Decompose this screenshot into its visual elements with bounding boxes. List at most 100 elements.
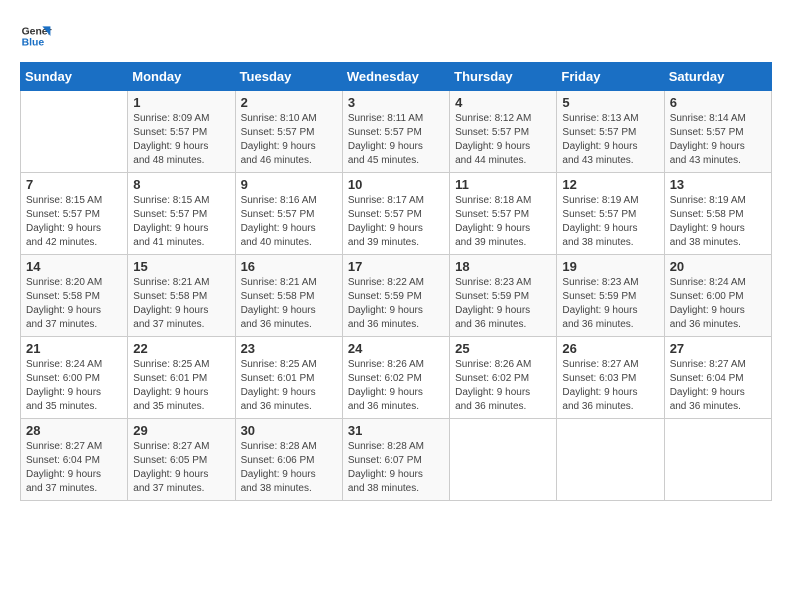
day-info: Sunrise: 8:27 AM Sunset: 6:05 PM Dayligh… bbox=[133, 440, 229, 496]
day-number: 18 bbox=[455, 259, 551, 274]
day-info: Sunrise: 8:24 AM Sunset: 6:00 PM Dayligh… bbox=[26, 358, 122, 414]
weekday-header-wednesday: Wednesday bbox=[342, 63, 449, 91]
weekday-header-monday: Monday bbox=[128, 63, 235, 91]
day-number: 14 bbox=[26, 259, 122, 274]
calendar-cell: 20 Sunrise: 8:24 AM Sunset: 6:00 PM Dayli… bbox=[664, 255, 771, 337]
day-number: 7 bbox=[26, 177, 122, 192]
day-info: Sunrise: 8:10 AM Sunset: 5:57 PM Dayligh… bbox=[241, 112, 337, 168]
svg-text:Blue: Blue bbox=[22, 38, 45, 49]
day-info: Sunrise: 8:19 AM Sunset: 5:57 PM Dayligh… bbox=[562, 194, 658, 250]
day-number: 30 bbox=[241, 423, 337, 438]
calendar-cell: 13 Sunrise: 8:19 AM Sunset: 5:58 PM Dayli… bbox=[664, 173, 771, 255]
day-info: Sunrise: 8:26 AM Sunset: 6:02 PM Dayligh… bbox=[348, 358, 444, 414]
day-number: 12 bbox=[562, 177, 658, 192]
day-number: 24 bbox=[348, 341, 444, 356]
day-info: Sunrise: 8:23 AM Sunset: 5:59 PM Dayligh… bbox=[455, 276, 551, 332]
day-info: Sunrise: 8:25 AM Sunset: 6:01 PM Dayligh… bbox=[133, 358, 229, 414]
day-info: Sunrise: 8:27 AM Sunset: 6:03 PM Dayligh… bbox=[562, 358, 658, 414]
calendar-cell: 12 Sunrise: 8:19 AM Sunset: 5:57 PM Dayli… bbox=[557, 173, 664, 255]
calendar-cell: 19 Sunrise: 8:23 AM Sunset: 5:59 PM Dayli… bbox=[557, 255, 664, 337]
calendar-cell: 3 Sunrise: 8:11 AM Sunset: 5:57 PM Daylig… bbox=[342, 91, 449, 173]
calendar-cell: 9Sunrise: 8:16 AM Sunset: 5:57 PM Daylig… bbox=[235, 173, 342, 255]
day-number: 21 bbox=[26, 341, 122, 356]
calendar-table: SundayMondayTuesdayWednesdayThursdayFrid… bbox=[20, 62, 772, 501]
weekday-header-thursday: Thursday bbox=[450, 63, 557, 91]
day-info: Sunrise: 8:21 AM Sunset: 5:58 PM Dayligh… bbox=[241, 276, 337, 332]
day-info: Sunrise: 8:23 AM Sunset: 5:59 PM Dayligh… bbox=[562, 276, 658, 332]
day-number: 1 bbox=[133, 95, 229, 110]
calendar-cell: 15 Sunrise: 8:21 AM Sunset: 5:58 PM Dayli… bbox=[128, 255, 235, 337]
day-number: 8 bbox=[133, 177, 229, 192]
calendar-cell bbox=[664, 419, 771, 501]
calendar-cell: 22Sunrise: 8:25 AM Sunset: 6:01 PM Dayli… bbox=[128, 337, 235, 419]
weekday-header-saturday: Saturday bbox=[664, 63, 771, 91]
day-info: Sunrise: 8:19 AM Sunset: 5:58 PM Dayligh… bbox=[670, 194, 766, 250]
calendar-header: SundayMondayTuesdayWednesdayThursdayFrid… bbox=[21, 63, 772, 91]
day-number: 2 bbox=[241, 95, 337, 110]
day-info: Sunrise: 8:09 AM Sunset: 5:57 PM Dayligh… bbox=[133, 112, 229, 168]
calendar-cell: 11Sunrise: 8:18 AM Sunset: 5:57 PM Dayli… bbox=[450, 173, 557, 255]
calendar-cell: 17 Sunrise: 8:22 AM Sunset: 5:59 PM Dayli… bbox=[342, 255, 449, 337]
day-number: 16 bbox=[241, 259, 337, 274]
calendar-cell: 21 Sunrise: 8:24 AM Sunset: 6:00 PM Dayli… bbox=[21, 337, 128, 419]
calendar-cell: 5 Sunrise: 8:13 AM Sunset: 5:57 PM Daylig… bbox=[557, 91, 664, 173]
calendar-cell: 1 Sunrise: 8:09 AM Sunset: 5:57 PM Daylig… bbox=[128, 91, 235, 173]
day-info: Sunrise: 8:15 AM Sunset: 5:57 PM Dayligh… bbox=[26, 194, 122, 250]
day-number: 3 bbox=[348, 95, 444, 110]
weekday-header-friday: Friday bbox=[557, 63, 664, 91]
day-info: Sunrise: 8:24 AM Sunset: 6:00 PM Dayligh… bbox=[670, 276, 766, 332]
day-number: 23 bbox=[241, 341, 337, 356]
calendar-cell: 24 Sunrise: 8:26 AM Sunset: 6:02 PM Dayli… bbox=[342, 337, 449, 419]
calendar-cell: 8 Sunrise: 8:15 AM Sunset: 5:57 PM Daylig… bbox=[128, 173, 235, 255]
day-number: 4 bbox=[455, 95, 551, 110]
day-number: 28 bbox=[26, 423, 122, 438]
page-header: General Blue bbox=[20, 20, 772, 52]
day-info: Sunrise: 8:22 AM Sunset: 5:59 PM Dayligh… bbox=[348, 276, 444, 332]
calendar-cell: 26 Sunrise: 8:27 AM Sunset: 6:03 PM Dayli… bbox=[557, 337, 664, 419]
day-number: 25 bbox=[455, 341, 551, 356]
day-info: Sunrise: 8:16 AM Sunset: 5:57 PM Dayligh… bbox=[241, 194, 337, 250]
calendar-cell bbox=[450, 419, 557, 501]
day-info: Sunrise: 8:15 AM Sunset: 5:57 PM Dayligh… bbox=[133, 194, 229, 250]
day-number: 19 bbox=[562, 259, 658, 274]
day-number: 17 bbox=[348, 259, 444, 274]
day-number: 15 bbox=[133, 259, 229, 274]
logo-icon: General Blue bbox=[20, 20, 52, 52]
day-number: 5 bbox=[562, 95, 658, 110]
day-info: Sunrise: 8:14 AM Sunset: 5:57 PM Dayligh… bbox=[670, 112, 766, 168]
calendar-cell: 25 Sunrise: 8:26 AM Sunset: 6:02 PM Dayli… bbox=[450, 337, 557, 419]
calendar-cell: 28 Sunrise: 8:27 AM Sunset: 6:04 PM Dayli… bbox=[21, 419, 128, 501]
day-number: 26 bbox=[562, 341, 658, 356]
logo: General Blue bbox=[20, 20, 52, 52]
day-info: Sunrise: 8:12 AM Sunset: 5:57 PM Dayligh… bbox=[455, 112, 551, 168]
day-info: Sunrise: 8:28 AM Sunset: 6:07 PM Dayligh… bbox=[348, 440, 444, 496]
day-info: Sunrise: 8:21 AM Sunset: 5:58 PM Dayligh… bbox=[133, 276, 229, 332]
calendar-cell: 23 Sunrise: 8:25 AM Sunset: 6:01 PM Dayli… bbox=[235, 337, 342, 419]
day-info: Sunrise: 8:17 AM Sunset: 5:57 PM Dayligh… bbox=[348, 194, 444, 250]
calendar-cell: 6 Sunrise: 8:14 AM Sunset: 5:57 PM Daylig… bbox=[664, 91, 771, 173]
weekday-header-sunday: Sunday bbox=[21, 63, 128, 91]
calendar-cell: 16 Sunrise: 8:21 AM Sunset: 5:58 PM Dayli… bbox=[235, 255, 342, 337]
day-info: Sunrise: 8:26 AM Sunset: 6:02 PM Dayligh… bbox=[455, 358, 551, 414]
day-info: Sunrise: 8:27 AM Sunset: 6:04 PM Dayligh… bbox=[26, 440, 122, 496]
calendar-cell: 10Sunrise: 8:17 AM Sunset: 5:57 PM Dayli… bbox=[342, 173, 449, 255]
day-number: 27 bbox=[670, 341, 766, 356]
calendar-cell: 31 Sunrise: 8:28 AM Sunset: 6:07 PM Dayli… bbox=[342, 419, 449, 501]
calendar-cell: 29 Sunrise: 8:27 AM Sunset: 6:05 PM Dayli… bbox=[128, 419, 235, 501]
day-info: Sunrise: 8:18 AM Sunset: 5:57 PM Dayligh… bbox=[455, 194, 551, 250]
day-info: Sunrise: 8:20 AM Sunset: 5:58 PM Dayligh… bbox=[26, 276, 122, 332]
calendar-cell: 27 Sunrise: 8:27 AM Sunset: 6:04 PM Dayli… bbox=[664, 337, 771, 419]
day-number: 31 bbox=[348, 423, 444, 438]
calendar-cell bbox=[21, 91, 128, 173]
day-info: Sunrise: 8:13 AM Sunset: 5:57 PM Dayligh… bbox=[562, 112, 658, 168]
day-info: Sunrise: 8:27 AM Sunset: 6:04 PM Dayligh… bbox=[670, 358, 766, 414]
day-number: 29 bbox=[133, 423, 229, 438]
day-number: 20 bbox=[670, 259, 766, 274]
calendar-cell: 4 Sunrise: 8:12 AM Sunset: 5:57 PM Daylig… bbox=[450, 91, 557, 173]
day-number: 6 bbox=[670, 95, 766, 110]
calendar-cell: 2 Sunrise: 8:10 AM Sunset: 5:57 PM Daylig… bbox=[235, 91, 342, 173]
day-number: 13 bbox=[670, 177, 766, 192]
day-info: Sunrise: 8:25 AM Sunset: 6:01 PM Dayligh… bbox=[241, 358, 337, 414]
calendar-cell: 14 Sunrise: 8:20 AM Sunset: 5:58 PM Dayli… bbox=[21, 255, 128, 337]
day-info: Sunrise: 8:11 AM Sunset: 5:57 PM Dayligh… bbox=[348, 112, 444, 168]
